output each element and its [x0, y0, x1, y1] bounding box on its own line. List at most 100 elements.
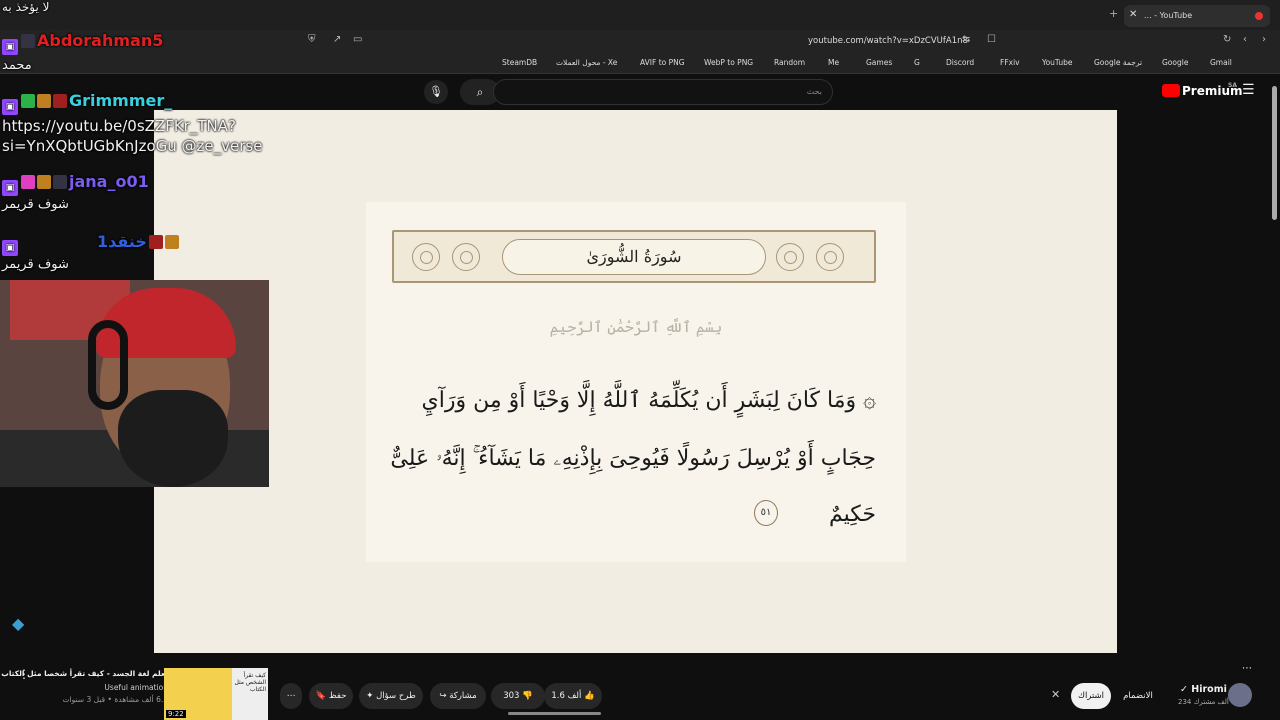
recommended-video-meta: 6.5 ألف مشاهدة • قبل 3 سنوات	[62, 695, 169, 704]
chat-message-text: si=YnXQbtUGbKnJzoGu @ze_verse	[2, 137, 263, 155]
share-button[interactable]: ↪ مشاركة	[430, 683, 486, 709]
cast-icon[interactable]: ▭	[353, 34, 362, 45]
surah-header-frame: سُورَةُ الشُّورَىٰ	[392, 230, 876, 283]
close-tab-icon[interactable]: ✕	[1129, 9, 1137, 20]
chat-username: Abdorahman5	[37, 31, 164, 50]
recommended-video-title[interactable]: تعلم لغة الجسد - كيف تقرأ شخصا مثل الكتا…	[1, 669, 168, 678]
back-icon[interactable]: ‹	[1243, 34, 1247, 45]
channel-avatar[interactable]	[1228, 683, 1252, 707]
youtube-logo-icon	[1162, 84, 1180, 97]
more-options-icon[interactable]: ⋯	[1242, 663, 1252, 674]
bookmark-google-translate[interactable]: Google ترجمة	[1094, 58, 1142, 67]
bookmark-xe[interactable]: محول العملات - Xe	[556, 58, 617, 67]
like-button[interactable]: 1.6 ألف 👍	[544, 683, 602, 709]
headphones	[88, 320, 128, 410]
bookmark-discord[interactable]: Discord	[946, 58, 974, 67]
chat-message: ▣ Grimmmer_	[2, 91, 172, 115]
webcam-feed	[0, 280, 269, 487]
video-info-bar: ⋮ تعلم لغة الجسد - كيف تقرأ شخصا مثل الك…	[0, 653, 1280, 720]
chat-message: ▣ jana_o01	[2, 172, 149, 196]
thumbnail-book: كيف تقرأ الشخص مثل الكتاب	[232, 668, 268, 720]
ornament-icon	[816, 243, 844, 271]
chat-username: Grimmmer_	[69, 91, 173, 110]
bookmark-gmail[interactable]: Gmail	[1210, 58, 1232, 67]
seek-bar[interactable]	[508, 712, 601, 715]
badge-icon	[21, 94, 35, 108]
chat-message: ▣ 1خنقد	[2, 232, 181, 256]
subscribe-button[interactable]: اشتراك	[1071, 683, 1111, 709]
reload-icon[interactable]: ↻	[1223, 34, 1231, 45]
twitch-icon: ▣	[2, 180, 18, 196]
bookmark-ffxiv[interactable]: FFxiv	[1000, 58, 1020, 67]
stream-chat-overlay: لا يؤخذ به ▣ Abdorahman5 محمد ▣ Grimmmer_ …	[0, 0, 300, 300]
new-tab-icon[interactable]: +	[1109, 7, 1118, 20]
recommended-video-channel[interactable]: Useful animation	[104, 683, 168, 692]
close-icon[interactable]: ✕	[1051, 688, 1060, 701]
badge-icon	[21, 34, 35, 48]
ornament-icon	[452, 243, 480, 271]
url-text[interactable]: youtube.com/watch?v=xDzCVUfA1n8	[808, 36, 968, 46]
ask-button[interactable]: ✦ طرح سؤال	[359, 683, 423, 709]
search-input[interactable]: بحث	[493, 79, 833, 105]
quran-page: سُورَةُ الشُّورَىٰ بِسْمِ ٱللَّهِ ٱلرَّح…	[366, 202, 906, 562]
chat-message: ▣ Abdorahman5	[2, 31, 163, 55]
bookmark-google[interactable]: Google	[1162, 58, 1188, 67]
brave-shield-icon[interactable]: ⛨	[308, 34, 316, 45]
forward-icon[interactable]: ›	[1262, 34, 1266, 45]
ornament-icon	[412, 243, 440, 271]
save-button[interactable]: 🔖 حفظ	[309, 683, 353, 709]
chat-message-text: شوف قريمر	[2, 257, 69, 272]
bookmark-webp-to-png[interactable]: WebP to PNG	[704, 58, 753, 67]
youtube-premium-logo[interactable]: Premium SA	[1162, 82, 1243, 98]
bookmark-g[interactable]: G	[914, 58, 920, 67]
channel-name[interactable]: ✓ Hiromi	[1180, 684, 1227, 695]
dislike-button[interactable]: 303 👎	[491, 683, 545, 709]
share-icon[interactable]: ↗	[333, 34, 341, 45]
chat-message-text: محمد	[2, 58, 32, 73]
more-actions-button[interactable]: ⋯	[280, 683, 302, 709]
surah-title-cartouche: سُورَةُ الشُّورَىٰ	[502, 239, 766, 275]
ayah-line-1: ۞ وَمَا كَانَ لِبَشَرٍ أَن يُكَلِّمَهُ ٱ…	[421, 388, 876, 413]
chat-message-text: شوف قريمر	[2, 197, 69, 212]
badge-icon	[37, 94, 51, 108]
chat-text: لا يؤخذ به	[2, 0, 50, 14]
thumbs-up-icon: 👍	[584, 691, 595, 701]
video-duration: 9:22	[166, 710, 186, 718]
sparkle-icon: ✦	[366, 691, 374, 701]
badge-icon	[21, 175, 35, 189]
thumbs-down-icon: 👎	[522, 691, 533, 701]
scrollbar[interactable]	[1272, 86, 1277, 220]
bookmark-random[interactable]: Random	[774, 58, 805, 67]
ornament-icon	[776, 243, 804, 271]
share-arrow-icon: ↪	[439, 691, 447, 701]
ayah-line-3: حَكِيمٌ	[828, 502, 876, 527]
region-code: SA	[1228, 82, 1237, 89]
chat-username: 1خنقد	[97, 232, 147, 251]
bookmark-star-icon[interactable]: ☐	[987, 34, 996, 45]
badge-icon	[53, 94, 67, 108]
bookmark-youtube[interactable]: YouTube	[1042, 58, 1073, 67]
bookmark-games[interactable]: Games	[866, 58, 892, 67]
ayah-line-2: حِجَابٍ أَوْ يُرْسِلَ رَسُولًا فَيُوحِىَ…	[390, 446, 876, 471]
hamburger-menu-icon[interactable]: ☰	[1242, 82, 1255, 98]
verified-icon: ✓	[1180, 684, 1192, 695]
youtube-favicon-icon	[1255, 12, 1263, 20]
recommended-video-thumbnail[interactable]: كيف تقرأ الشخص مثل الكتاب 9:22	[164, 668, 268, 720]
bookmark-avif-to-png[interactable]: AVIF to PNG	[640, 58, 685, 67]
translate-icon[interactable]: ⇆	[962, 34, 970, 45]
ayah-number-marker: ٥١	[754, 500, 778, 526]
badge-icon	[53, 175, 67, 189]
bookmark-me[interactable]: Me	[828, 58, 839, 67]
join-button[interactable]: الانضمام	[1116, 683, 1160, 709]
subscriber-count: 234 ألف مشترك	[1178, 698, 1229, 706]
basmala: بِسْمِ ٱللَّهِ ٱلرَّحْمَٰنِ ٱلرَّحِيمِ	[549, 318, 723, 336]
surah-title: سُورَةُ الشُّورَىٰ	[586, 247, 682, 266]
chat-message-text: https://youtu.be/0sZZFKr_TNA?	[2, 117, 236, 135]
search-placeholder: بحث	[806, 87, 822, 96]
bookmark-icon: 🔖	[315, 691, 327, 701]
browser-tab[interactable]: ✕ ... - YouTube	[1124, 5, 1270, 27]
voice-search-button[interactable]: 🎙	[424, 80, 448, 104]
bookmark-steamdb[interactable]: SteamDB	[502, 58, 537, 67]
chat-username: jana_o01	[69, 172, 149, 191]
crystal-icon: ◆	[12, 614, 25, 633]
